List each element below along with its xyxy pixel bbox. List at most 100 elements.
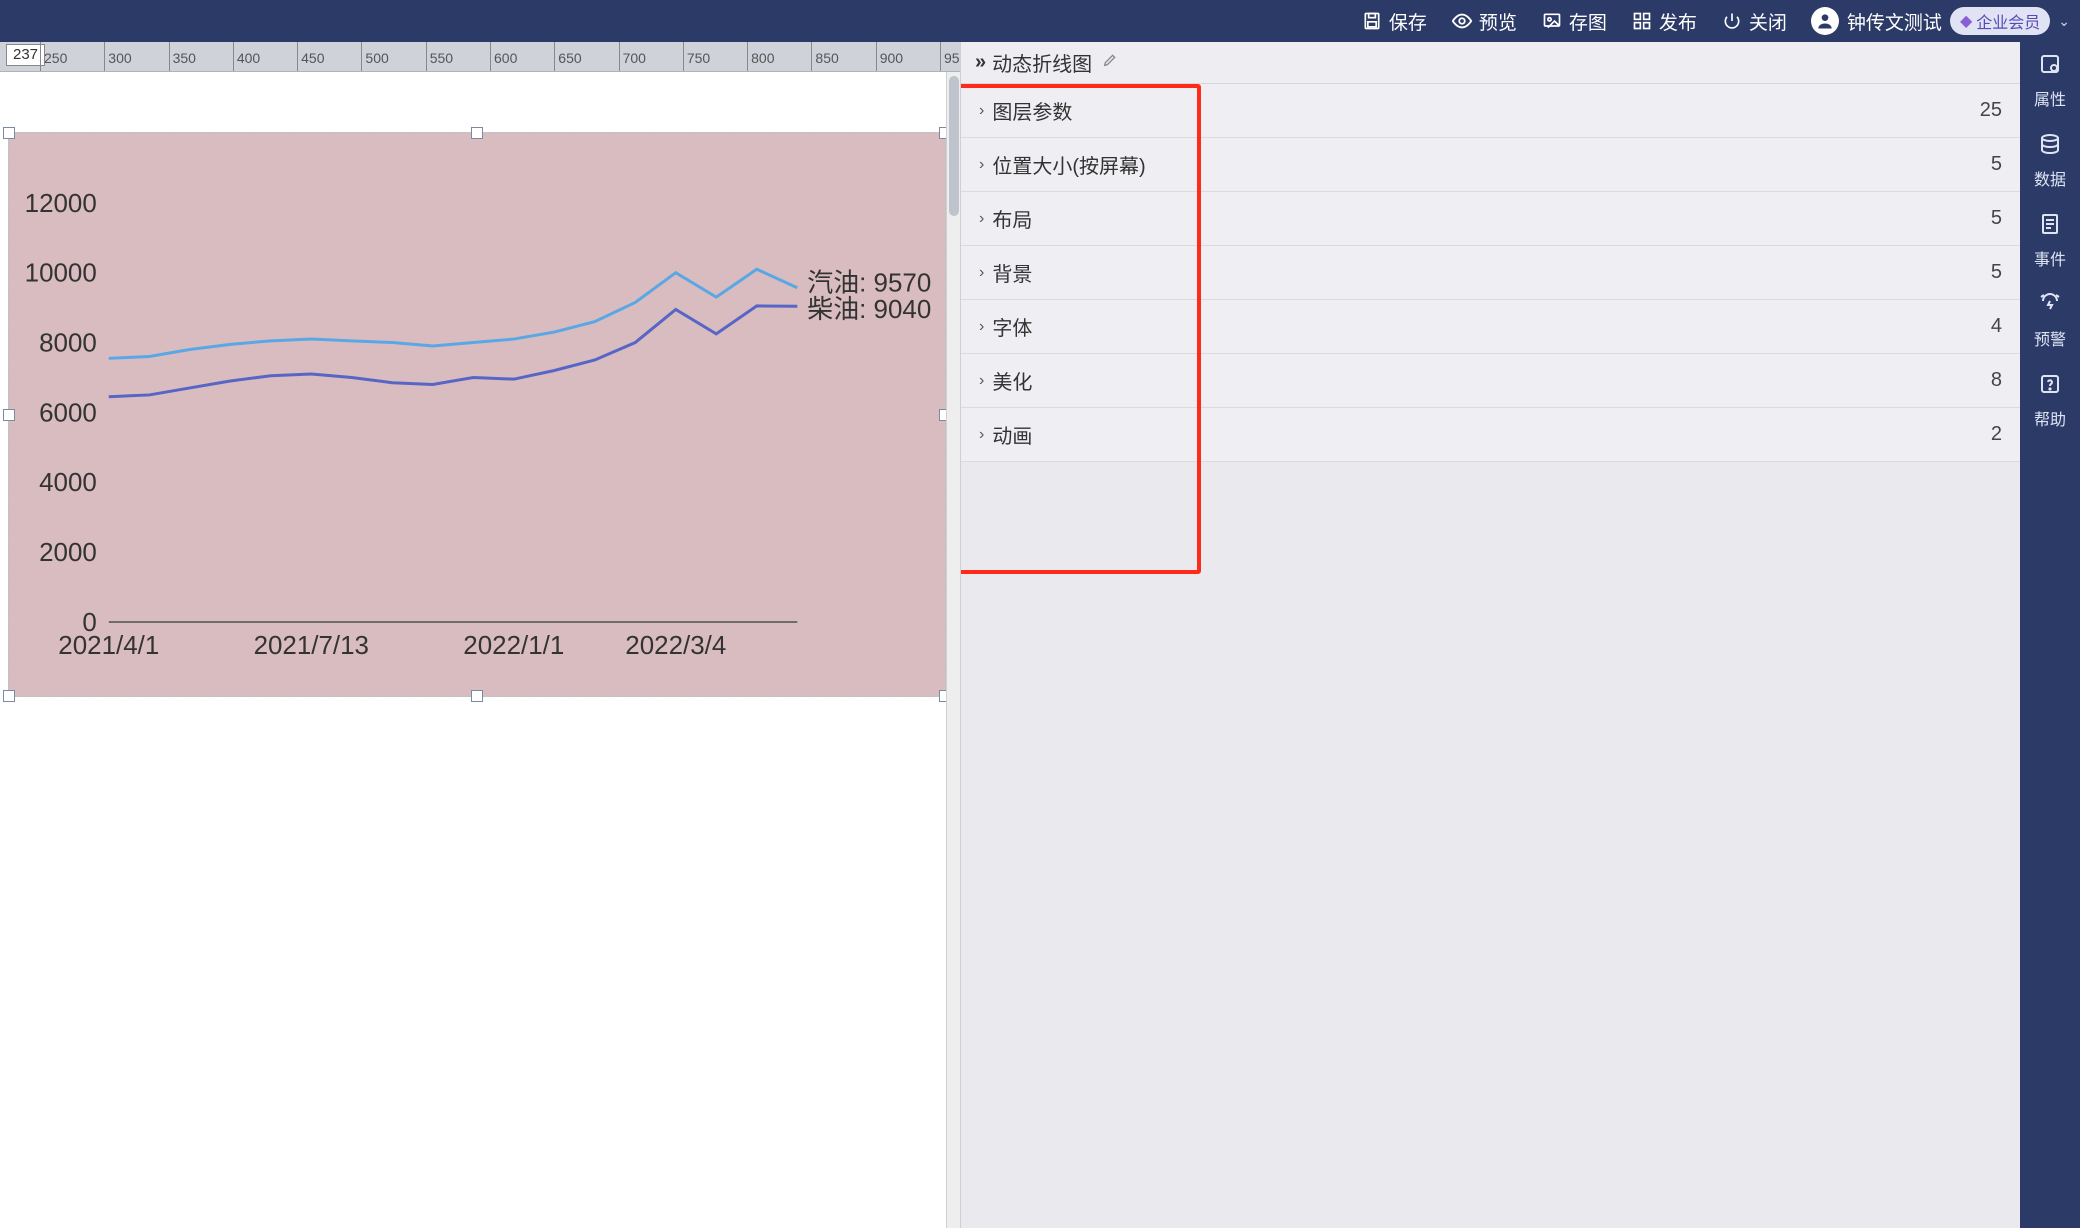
- chart-selection-frame[interactable]: 020004000600080001000012000 2021/4/12021…: [8, 132, 946, 697]
- database-icon: [2038, 132, 2062, 162]
- ruler-tick-label: 600: [494, 50, 517, 66]
- tab-help[interactable]: 帮助: [2034, 372, 2066, 430]
- x-axis-tick-label: 2022/1/1: [463, 632, 564, 660]
- alert-icon: [2038, 292, 2062, 322]
- ruler-tick-label: 850: [815, 50, 838, 66]
- ruler-tick: 500: [361, 42, 362, 71]
- ruler-tick-label: 250: [44, 50, 67, 66]
- save-image-button[interactable]: 存图: [1541, 8, 1607, 35]
- edit-icon[interactable]: [1102, 52, 1118, 73]
- ruler-tick-label: 550: [430, 50, 453, 66]
- y-axis-tick-label: 12000: [25, 190, 97, 218]
- ruler-tick: 300: [104, 42, 105, 71]
- ruler-tick: 450: [297, 42, 298, 71]
- ruler-tick-label: 450: [301, 50, 324, 66]
- canvas-area[interactable]: 020004000600080001000012000 2021/4/12021…: [0, 72, 960, 1228]
- side-tab-bar: 属性 数据 事件 预警 帮助: [2020, 42, 2080, 1228]
- property-row-label: 美化: [992, 366, 1032, 395]
- tab-help-label: 帮助: [2034, 406, 2066, 430]
- ruler-tick: 650: [554, 42, 555, 71]
- chevron-right-icon: ›: [979, 102, 984, 120]
- ruler-cursor-value: 237: [13, 46, 38, 63]
- x-axis-tick-label: 2022/3/4: [625, 632, 726, 660]
- chart-series-柴油: [109, 306, 798, 397]
- property-row[interactable]: › 图层参数 25: [961, 84, 2020, 138]
- x-axis-tick-label: 2021/4/1: [58, 632, 159, 660]
- save-image-label: 存图: [1569, 8, 1607, 35]
- ruler-tick: 600: [490, 42, 491, 71]
- tab-events-label: 事件: [2034, 246, 2066, 270]
- close-button[interactable]: 关闭: [1721, 8, 1787, 35]
- property-row-count: 5: [1991, 261, 2002, 284]
- member-badge: ◆ 企业会员: [1950, 7, 2050, 35]
- property-row-count: 2: [1991, 423, 2002, 446]
- chart-series-汽油: [109, 269, 798, 358]
- ruler-tick-label: 350: [173, 50, 196, 66]
- ruler-tick-label: 500: [365, 50, 388, 66]
- property-row-label: 动画: [992, 420, 1032, 449]
- ruler-tick: 400: [233, 42, 234, 71]
- property-row-label: 布局: [992, 204, 1032, 233]
- canvas-scrollbar[interactable]: [946, 72, 960, 1228]
- y-axis-tick-label: 10000: [25, 260, 97, 288]
- publish-label: 发布: [1659, 8, 1697, 35]
- panel-title: 动态折线图: [992, 48, 1092, 77]
- chevron-down-icon: ⌄: [2058, 13, 2070, 30]
- property-row[interactable]: ›美化8: [961, 354, 2020, 408]
- property-row-count: 5: [1991, 207, 2002, 230]
- property-row[interactable]: › 位置大小(按屏幕) 5: [961, 138, 2020, 192]
- properties-panel-header[interactable]: » 动态折线图: [961, 42, 2020, 84]
- attributes-icon: [2038, 52, 2062, 82]
- top-toolbar: 保存 预览 存图 发布 关闭 钟传文测试 ◆ 企业会员 ⌄: [0, 0, 2080, 42]
- chart-end-label: 柴油: 9040: [807, 295, 931, 324]
- y-axis-tick-label: 4000: [39, 469, 97, 497]
- user-menu[interactable]: 钟传文测试 ◆ 企业会员 ⌄: [1811, 7, 2070, 35]
- tab-attributes-label: 属性: [2034, 86, 2066, 110]
- property-row[interactable]: › 布局 5: [961, 192, 2020, 246]
- grid-icon: [1631, 10, 1653, 32]
- y-axis-tick-label: 6000: [39, 399, 97, 427]
- property-row-count: 25: [1980, 99, 2002, 122]
- document-icon: [2038, 212, 2062, 242]
- y-axis-tick-label: 8000: [39, 330, 97, 358]
- ruler-tick: 800: [747, 42, 748, 71]
- x-axis-tick-label: 2021/7/13: [254, 632, 369, 660]
- image-icon: [1541, 10, 1563, 32]
- ruler-tick-label: 900: [880, 50, 903, 66]
- property-row-count: 5: [1991, 153, 2002, 176]
- gem-icon: ◆: [1960, 11, 1972, 31]
- help-icon: [2038, 372, 2062, 402]
- scrollbar-thumb[interactable]: [949, 76, 959, 216]
- ruler-tick: 900: [876, 42, 877, 71]
- preview-button[interactable]: 预览: [1451, 8, 1517, 35]
- chevron-right-icon: ›: [979, 210, 984, 228]
- tab-data[interactable]: 数据: [2034, 132, 2066, 190]
- property-row-count: 4: [1991, 315, 2002, 338]
- tab-events[interactable]: 事件: [2034, 212, 2066, 270]
- chart-end-label: 汽油: 9570: [807, 269, 931, 298]
- properties-panel: » 动态折线图 ›图层参数25›位置大小(按屏幕)5›布局5›背景5›字体4›美…: [960, 42, 2020, 1228]
- tab-alert[interactable]: 预警: [2034, 292, 2066, 350]
- collapse-icon[interactable]: »: [975, 51, 982, 74]
- save-label: 保存: [1389, 8, 1427, 35]
- y-axis-tick-label: 2000: [39, 539, 97, 567]
- chevron-right-icon: ›: [979, 156, 984, 174]
- publish-button[interactable]: 发布: [1631, 8, 1697, 35]
- ruler-tick: 950: [940, 42, 941, 71]
- property-row-label: 位置大小(按屏幕): [992, 150, 1145, 179]
- property-row[interactable]: › 字体 4: [961, 300, 2020, 354]
- save-button[interactable]: 保存: [1361, 8, 1427, 35]
- property-row-label: 图层参数: [992, 96, 1072, 125]
- tab-attributes[interactable]: 属性: [2034, 52, 2066, 110]
- property-row-label: 字体: [992, 312, 1032, 341]
- property-row[interactable]: ›背景5: [961, 246, 2020, 300]
- ruler-tick-label: 650: [558, 50, 581, 66]
- ruler-tick: 350: [169, 42, 170, 71]
- property-row[interactable]: ›动画2: [961, 408, 2020, 462]
- ruler-tick: 700: [619, 42, 620, 71]
- chevron-right-icon: ›: [979, 372, 984, 390]
- ruler-tick-label: 700: [623, 50, 646, 66]
- ruler-tick: 850: [811, 42, 812, 71]
- user-name: 钟传文测试: [1847, 8, 1942, 35]
- chevron-right-icon: ›: [979, 318, 984, 336]
